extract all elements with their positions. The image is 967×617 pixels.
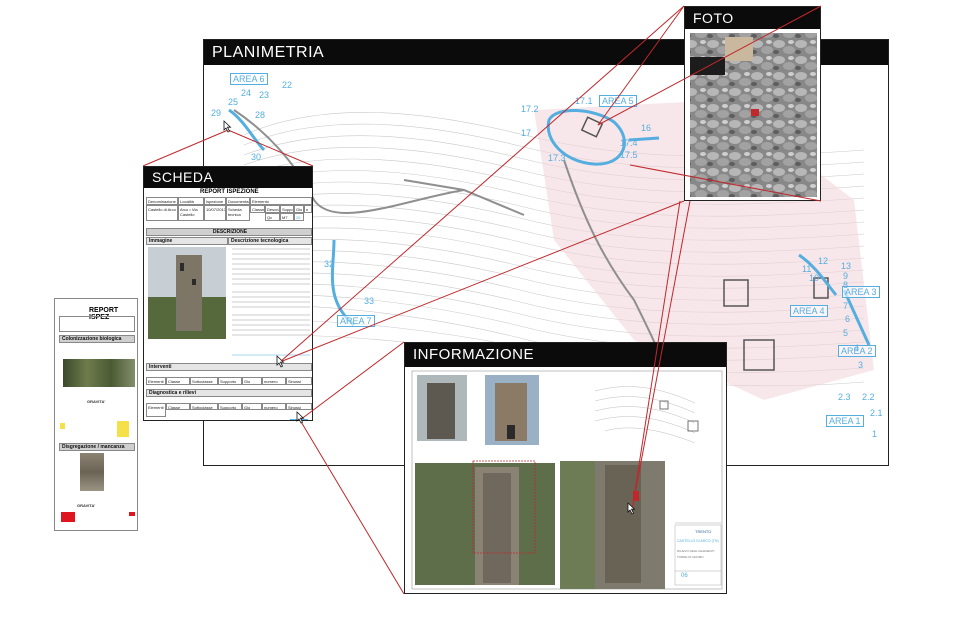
point-17-3: 17.3 [548, 153, 566, 163]
point-16: 16 [641, 123, 652, 133]
point-7: 7 [843, 301, 849, 311]
area-6-label[interactable]: AREA 6 [230, 73, 268, 85]
disgregazione-photo[interactable] [80, 453, 104, 491]
point-24: 24 [241, 88, 252, 98]
diag-elementi: Elementi [146, 403, 166, 417]
area-4-label[interactable]: AREA 4 [790, 305, 828, 317]
point-2-1: 2.1 [870, 408, 883, 418]
point-1: 1 [872, 429, 878, 439]
col-elementi: Elementi [146, 377, 166, 385]
diag-numero: numero [262, 403, 286, 410]
col-sottoclasse: Sottoclasse [190, 377, 218, 385]
gravita-heading-1: GRAVITA' [87, 399, 106, 404]
point-8: 8 [843, 280, 849, 290]
point-4: 4 [854, 343, 860, 353]
foto-panel: FOTO [684, 6, 821, 201]
diag-gio: Gio [242, 403, 262, 410]
point-33: 33 [364, 296, 375, 306]
point-2-3: 2.3 [838, 392, 851, 402]
gravita-heading-2: GRAVITA' [77, 503, 96, 508]
point-6: 6 [845, 314, 851, 324]
point-13: 13 [841, 261, 852, 271]
point-29: 29 [211, 108, 222, 118]
point-10: 10 [809, 273, 820, 283]
point-17-1: 17.1 [575, 96, 593, 106]
interventi-heading: Interventi [146, 363, 312, 371]
info-logo: TRENTO [695, 529, 712, 534]
col-sinossi: Sinossi [286, 377, 312, 385]
point-30: 30 [251, 152, 262, 162]
point-3: 3 [858, 360, 864, 370]
point-5: 5 [843, 328, 849, 338]
report-back-sheet: REPORT ISPEZ Colonizzazione biologica GR… [54, 298, 138, 531]
info-line-3: TORRE DI GRUMO [677, 555, 704, 559]
area-5-label[interactable]: AREA 5 [599, 95, 637, 107]
point-32: 32 [324, 259, 335, 269]
point-28: 28 [255, 110, 266, 120]
area-7-label[interactable]: AREA 7 [337, 315, 375, 327]
col-gio: Gio [242, 377, 262, 385]
diag-supporto: Supporto [218, 403, 242, 410]
point-17-5: 17.5 [620, 150, 638, 160]
point-2-2: 2.2 [862, 392, 875, 402]
diagnostica-heading: Diagnostica e rilievi [146, 389, 312, 397]
point-17-2: 17.2 [521, 104, 539, 114]
point-17: 17 [521, 128, 532, 138]
point-12: 12 [818, 256, 829, 266]
diag-sottoclasse: Sottoclasse [190, 403, 218, 410]
info-line-2: RILIEVO DEGLI ELEMENTI [677, 549, 715, 553]
col-classe: Classe [166, 377, 190, 385]
diag-classe: Classe [166, 403, 190, 410]
point-22: 22 [282, 80, 293, 90]
info-line-1: CASTELLO DI ARCO (TN) [677, 539, 719, 543]
colonizzazione-photo[interactable] [63, 359, 135, 387]
diag-sinossi: Sinossi [286, 403, 312, 410]
highlight-cell-1 [60, 423, 65, 429]
disgregazione-heading: Disgregazione / mancanza [59, 443, 135, 451]
point-25: 25 [228, 97, 239, 107]
point-23: 23 [259, 90, 270, 100]
scheda-panel: SCHEDA REPORT ISPEZIONE Denominazione Lo… [143, 166, 313, 421]
area-1-label[interactable]: AREA 1 [826, 415, 864, 427]
highlight-cell-2 [117, 421, 129, 437]
col-supporto: Supporto [218, 377, 242, 385]
info-number: 06 [681, 573, 688, 579]
alert-cell-1 [61, 512, 75, 522]
stone-wall-photo[interactable] [685, 7, 821, 201]
informazione-panel: INFORMAZIONE TRENTO CASTELLO DI ARCO (TN… [404, 342, 727, 594]
alert-cell-2 [129, 512, 135, 516]
sinossi-link[interactable] [290, 411, 308, 420]
col-numero: numero [262, 377, 286, 385]
point-17-4: 17.4 [620, 138, 638, 148]
colonizzazione-heading: Colonizzazione biologica [59, 335, 135, 343]
